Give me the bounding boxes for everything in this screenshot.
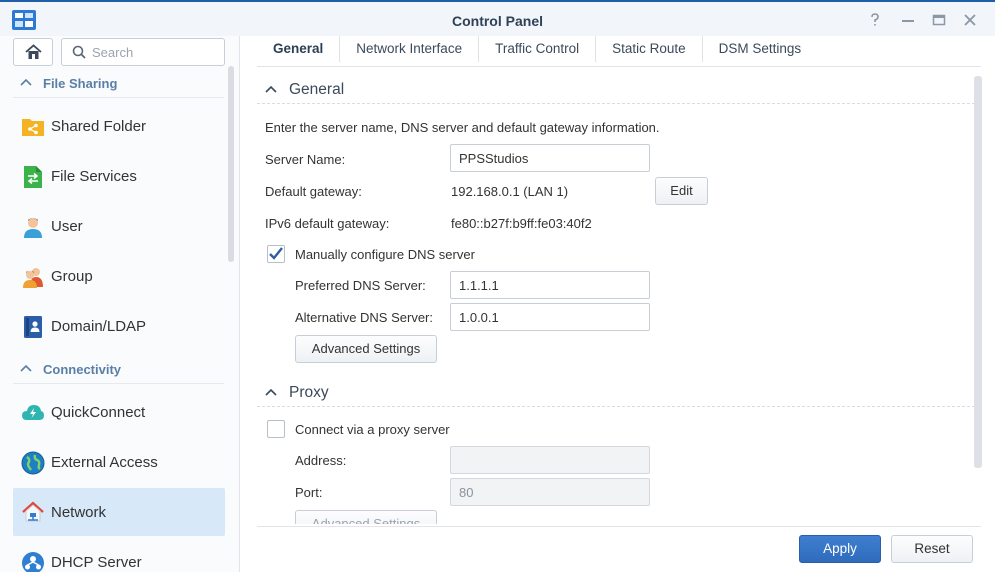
sidebar-item-network[interactable]: Network bbox=[13, 488, 225, 536]
section-label: Connectivity bbox=[43, 362, 122, 377]
sidebar-item-domain-ldap[interactable]: Domain/LDAP bbox=[13, 302, 225, 350]
tab-traffic-control[interactable]: Traffic Control bbox=[479, 36, 597, 62]
sidebar-item-user[interactable]: User bbox=[13, 202, 225, 250]
checkmark-icon bbox=[269, 247, 283, 260]
sidebar-item-label: User bbox=[51, 218, 83, 235]
group-general-header[interactable]: General bbox=[257, 76, 975, 104]
edit-gateway-button[interactable]: Edit bbox=[655, 177, 708, 205]
group-general-title: General bbox=[289, 81, 345, 98]
chevron-up-icon bbox=[265, 85, 277, 93]
section-file-sharing[interactable]: File Sharing bbox=[13, 68, 224, 98]
settings-panel: General Enter the server name, DNS serve… bbox=[257, 76, 975, 524]
sidebar-item-dhcp-server[interactable]: DHCP Server bbox=[13, 538, 225, 572]
maximize-icon[interactable] bbox=[930, 11, 948, 29]
search-icon bbox=[72, 45, 86, 59]
group-proxy-header[interactable]: Proxy bbox=[257, 379, 975, 407]
ipv6-gateway-label: IPv6 default gateway: bbox=[265, 216, 390, 231]
shared-folder-icon bbox=[22, 119, 44, 136]
section-label: File Sharing bbox=[43, 76, 118, 91]
tab-dsm-settings[interactable]: DSM Settings bbox=[703, 36, 818, 62]
network-icon bbox=[22, 501, 44, 522]
sidebar-item-label: External Access bbox=[51, 454, 158, 471]
sidebar-item-label: QuickConnect bbox=[51, 404, 146, 421]
tab-general[interactable]: General bbox=[257, 36, 341, 62]
sidebar-item-label: Shared Folder bbox=[51, 118, 147, 135]
domain-ldap-icon bbox=[24, 316, 42, 338]
sidebar-item-label: File Services bbox=[51, 168, 137, 185]
dns-manual-checkbox[interactable] bbox=[267, 245, 285, 263]
sidebar-item-external-access[interactable]: External Access bbox=[13, 438, 225, 486]
search-input[interactable] bbox=[92, 43, 217, 61]
sidebar-item-shared-folder[interactable]: Shared Folder bbox=[13, 102, 225, 150]
user-icon bbox=[24, 218, 42, 238]
ipv6-gateway-value: fe80::b27f:b9ff:fe03:40f2 bbox=[451, 216, 592, 231]
general-description: Enter the server name, DNS server and de… bbox=[265, 120, 660, 135]
dhcp-server-icon bbox=[22, 552, 44, 572]
alternative-dns-label: Alternative DNS Server: bbox=[295, 310, 433, 325]
close-icon[interactable] bbox=[961, 11, 979, 29]
sidebar-item-file-services[interactable]: File Services bbox=[13, 152, 225, 200]
server-name-field[interactable]: PPSStudios bbox=[450, 144, 650, 172]
dns-manual-label: Manually configure DNS server bbox=[295, 247, 475, 262]
sidebar-item-label: Domain/LDAP bbox=[51, 318, 147, 335]
home-button[interactable] bbox=[13, 38, 53, 66]
preferred-dns-field[interactable]: 1.1.1.1 bbox=[450, 271, 650, 299]
sidebar-item-quickconnect[interactable]: QuickConnect bbox=[13, 388, 225, 436]
gateway-value: 192.168.0.1 (LAN 1) bbox=[451, 184, 569, 199]
footer-bar: Apply Reset bbox=[257, 526, 981, 572]
chevron-up-icon bbox=[265, 388, 277, 396]
section-connectivity[interactable]: Connectivity bbox=[13, 354, 224, 384]
tab-network-interface[interactable]: Network Interface bbox=[340, 36, 480, 62]
sidebar-item-label: Network bbox=[51, 504, 107, 521]
tab-static-route[interactable]: Static Route bbox=[596, 36, 703, 62]
external-access-icon bbox=[21, 451, 45, 475]
home-icon bbox=[25, 44, 42, 59]
tab-bar: General Network Interface Traffic Contro… bbox=[257, 36, 817, 66]
tabs-divider bbox=[257, 66, 981, 67]
help-icon[interactable] bbox=[866, 11, 884, 29]
sidebar-item-group[interactable]: Group bbox=[13, 252, 225, 300]
proxy-address-label: Address: bbox=[295, 453, 347, 468]
sidebar: File Sharing Shared Folder File Services… bbox=[0, 36, 240, 572]
proxy-advanced-settings-button[interactable]: Advanced Settings bbox=[295, 510, 437, 524]
alternative-dns-field[interactable]: 1.0.0.1 bbox=[450, 303, 650, 331]
server-name-label: Server Name: bbox=[265, 152, 346, 167]
file-services-icon bbox=[24, 166, 42, 188]
group-proxy-title: Proxy bbox=[289, 384, 329, 401]
proxy-checkbox-label: Connect via a proxy server bbox=[295, 422, 450, 437]
proxy-port-label: Port: bbox=[295, 485, 323, 500]
advanced-settings-button[interactable]: Advanced Settings bbox=[295, 335, 437, 363]
gateway-label: Default gateway: bbox=[265, 184, 362, 199]
main-content: General Network Interface Traffic Contro… bbox=[241, 36, 995, 572]
sidebar-item-label: DHCP Server bbox=[51, 554, 142, 571]
sidebar-item-label: Group bbox=[51, 268, 93, 285]
search-box[interactable] bbox=[61, 38, 225, 66]
title-bar: Control Panel bbox=[0, 0, 995, 36]
preferred-dns-label: Preferred DNS Server: bbox=[295, 278, 426, 293]
chevron-up-icon bbox=[20, 364, 32, 372]
panel-scrollbar[interactable] bbox=[974, 76, 982, 468]
group-icon bbox=[23, 268, 43, 288]
window-title: Control Panel bbox=[451, 13, 543, 29]
sidebar-scrollbar[interactable] bbox=[228, 66, 234, 262]
minimize-icon[interactable] bbox=[899, 11, 917, 29]
proxy-checkbox[interactable] bbox=[267, 420, 285, 438]
proxy-port-field[interactable]: 80 bbox=[450, 478, 650, 506]
reset-button[interactable]: Reset bbox=[891, 535, 973, 563]
proxy-address-field[interactable] bbox=[450, 446, 650, 474]
quickconnect-icon bbox=[22, 405, 44, 420]
apply-button[interactable]: Apply bbox=[799, 535, 881, 563]
chevron-up-icon bbox=[20, 78, 32, 86]
